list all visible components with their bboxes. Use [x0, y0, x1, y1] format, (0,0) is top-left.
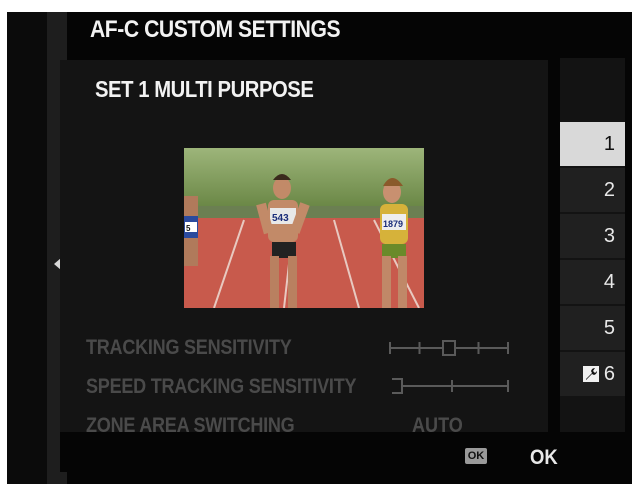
tracking-sensitivity-slider[interactable]: [386, 338, 512, 358]
set-title: SET 1 MULTI PURPOSE: [95, 76, 314, 102]
set-item-label: 1: [603, 132, 615, 155]
set-item-label: 4: [603, 270, 615, 293]
speed-tracking-sensitivity-slider[interactable]: [392, 376, 512, 396]
left-strip: [7, 12, 47, 484]
set-item-2[interactable]: 2: [560, 168, 625, 212]
ok-button-icon[interactable]: OK: [465, 448, 487, 464]
menu-title: AF-C CUSTOM SETTINGS: [90, 16, 341, 43]
speed-tracking-sensitivity-label[interactable]: SPEED TRACKING SENSITIVITY: [86, 375, 357, 399]
tracking-sensitivity-label[interactable]: TRACKING SENSITIVITY: [86, 336, 292, 360]
preview-image: 5 543 1879: [184, 148, 424, 308]
set-item-label: 2: [603, 178, 615, 201]
set-item-label: 5: [603, 316, 615, 339]
set-item-3[interactable]: 3: [560, 214, 625, 258]
set-item-4[interactable]: 4: [560, 260, 625, 304]
set-item-5[interactable]: 5: [560, 306, 625, 350]
slider-knob[interactable]: [442, 340, 456, 356]
ok-label: OK: [530, 446, 558, 469]
bib-center: 543: [272, 213, 289, 224]
set-item-label: 6: [603, 362, 615, 385]
set-item-6[interactable]: 6: [560, 352, 625, 396]
bib-right: 1879: [383, 219, 403, 229]
set-item-1[interactable]: 1: [560, 122, 625, 166]
set-item-label: 3: [603, 224, 615, 247]
slider-knob[interactable]: [392, 378, 403, 394]
custom-edit-icon: [582, 366, 599, 382]
bib-left: 5: [186, 224, 191, 233]
